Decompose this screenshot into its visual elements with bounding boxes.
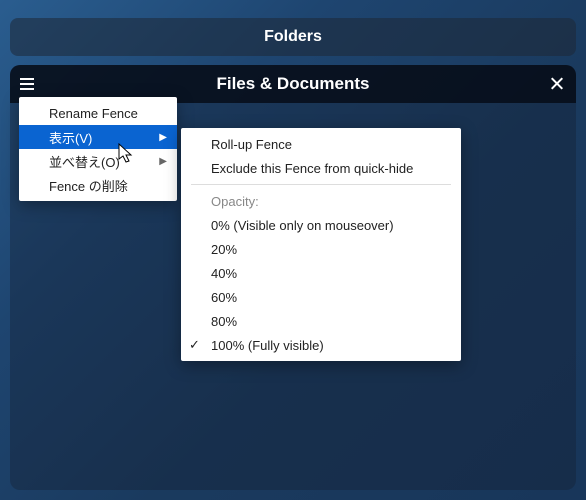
menu-header-opacity: Opacity: (181, 189, 461, 213)
menu-item-rollup[interactable]: Roll-up Fence (181, 132, 461, 156)
menu-item-label: 0% (Visible only on mouseover) (211, 218, 394, 233)
menu-item-label: Exclude this Fence from quick-hide (211, 161, 413, 176)
menu-item-opacity-80[interactable]: 80% (181, 309, 461, 333)
context-menu-view-submenu: Roll-up Fence Exclude this Fence from qu… (181, 128, 461, 361)
menu-item-label: Fence の削除 (49, 176, 128, 195)
folders-bar[interactable]: Folders (10, 18, 576, 56)
menu-item-label: 100% (Fully visible) (211, 338, 324, 353)
folders-bar-label: Folders (264, 28, 322, 46)
menu-item-opacity-0[interactable]: 0% (Visible only on mouseover) (181, 213, 461, 237)
menu-item-delete-fence[interactable]: Fence の削除 (19, 173, 177, 197)
check-icon: ✓ (189, 337, 200, 353)
hamburger-icon[interactable] (20, 75, 38, 93)
menu-item-label: 表示(V) (49, 128, 92, 147)
menu-item-label: 40% (211, 266, 237, 281)
menu-item-exclude-quickhide[interactable]: Exclude this Fence from quick-hide (181, 156, 461, 180)
menu-item-label: 並べ替え(O) (49, 152, 120, 171)
context-menu-primary: Rename Fence 表示(V) ▶ 並べ替え(O) ▶ Fence の削除 (19, 97, 177, 201)
menu-item-rename-fence[interactable]: Rename Fence (19, 101, 177, 125)
menu-item-opacity-40[interactable]: 40% (181, 261, 461, 285)
menu-item-label: Roll-up Fence (211, 137, 292, 152)
chevron-right-icon: ▶ (159, 132, 167, 143)
menu-item-label: Rename Fence (49, 106, 138, 121)
menu-item-label: 20% (211, 242, 237, 257)
menu-item-view[interactable]: 表示(V) ▶ (19, 125, 177, 149)
menu-item-opacity-60[interactable]: 60% (181, 285, 461, 309)
menu-item-sort[interactable]: 並べ替え(O) ▶ (19, 149, 177, 173)
menu-separator (191, 184, 451, 185)
close-icon[interactable] (548, 75, 566, 93)
fence-title: Files & Documents (38, 74, 548, 94)
menu-item-label: 60% (211, 290, 237, 305)
menu-item-opacity-100[interactable]: ✓ 100% (Fully visible) (181, 333, 461, 357)
menu-item-label: 80% (211, 314, 237, 329)
chevron-right-icon: ▶ (159, 156, 167, 167)
menu-item-opacity-20[interactable]: 20% (181, 237, 461, 261)
